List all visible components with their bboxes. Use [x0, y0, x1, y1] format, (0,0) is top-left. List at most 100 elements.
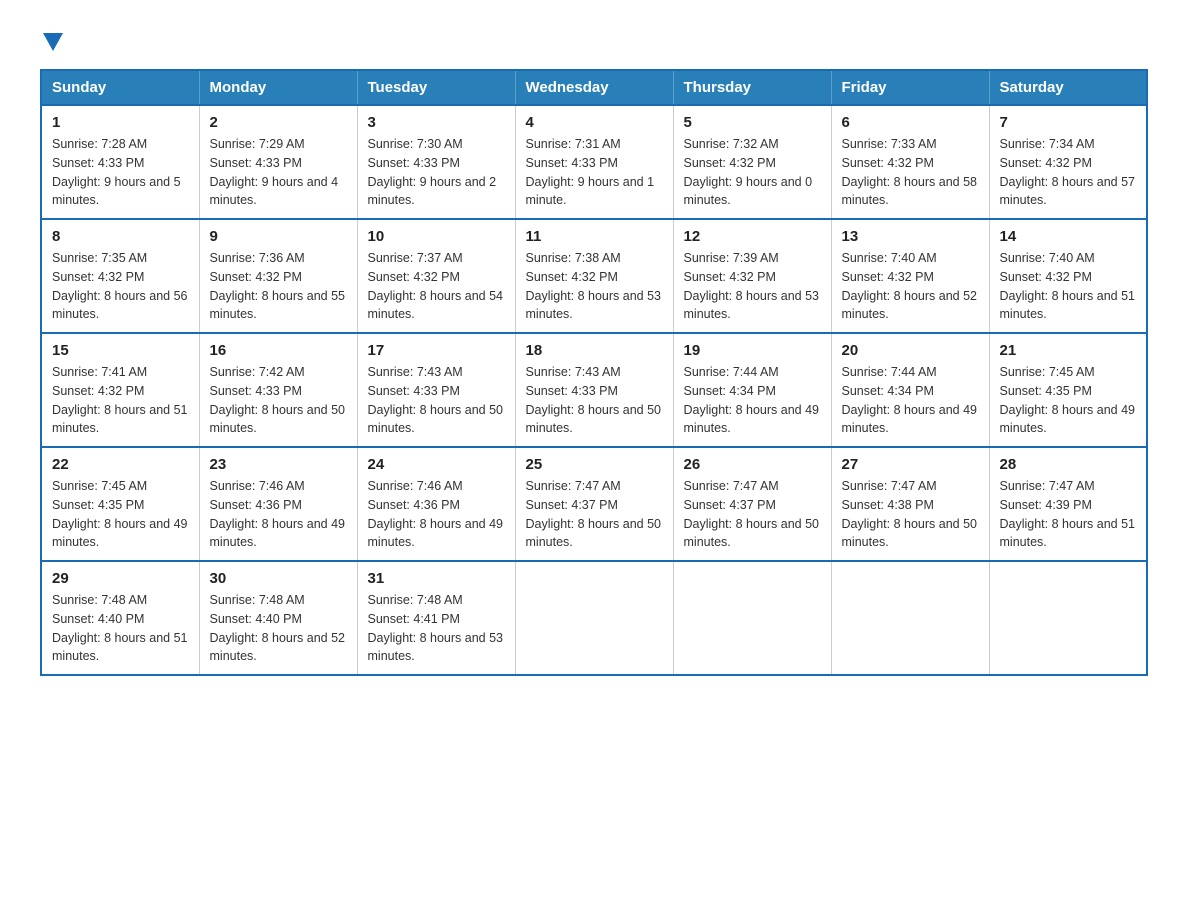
- calendar-week-row: 15 Sunrise: 7:41 AMSunset: 4:32 PMDaylig…: [41, 333, 1147, 447]
- day-info: Sunrise: 7:34 AMSunset: 4:32 PMDaylight:…: [1000, 135, 1137, 210]
- header-saturday: Saturday: [989, 70, 1147, 105]
- day-number: 14: [1000, 228, 1137, 245]
- calendar-cell: 24 Sunrise: 7:46 AMSunset: 4:36 PMDaylig…: [357, 447, 515, 561]
- calendar-cell: 22 Sunrise: 7:45 AMSunset: 4:35 PMDaylig…: [41, 447, 199, 561]
- day-number: 20: [842, 342, 979, 359]
- day-info: Sunrise: 7:47 AMSunset: 4:37 PMDaylight:…: [684, 477, 821, 552]
- day-info: Sunrise: 7:47 AMSunset: 4:39 PMDaylight:…: [1000, 477, 1137, 552]
- day-info: Sunrise: 7:47 AMSunset: 4:38 PMDaylight:…: [842, 477, 979, 552]
- header-thursday: Thursday: [673, 70, 831, 105]
- calendar-cell: 23 Sunrise: 7:46 AMSunset: 4:36 PMDaylig…: [199, 447, 357, 561]
- day-info: Sunrise: 7:44 AMSunset: 4:34 PMDaylight:…: [842, 363, 979, 438]
- calendar-cell: 1 Sunrise: 7:28 AMSunset: 4:33 PMDayligh…: [41, 105, 199, 219]
- day-number: 25: [526, 456, 663, 473]
- calendar-week-row: 22 Sunrise: 7:45 AMSunset: 4:35 PMDaylig…: [41, 447, 1147, 561]
- day-number: 26: [684, 456, 821, 473]
- calendar-cell: 11 Sunrise: 7:38 AMSunset: 4:32 PMDaylig…: [515, 219, 673, 333]
- day-info: Sunrise: 7:39 AMSunset: 4:32 PMDaylight:…: [684, 249, 821, 324]
- day-info: Sunrise: 7:37 AMSunset: 4:32 PMDaylight:…: [368, 249, 505, 324]
- calendar-cell: 16 Sunrise: 7:42 AMSunset: 4:33 PMDaylig…: [199, 333, 357, 447]
- calendar-week-row: 29 Sunrise: 7:48 AMSunset: 4:40 PMDaylig…: [41, 561, 1147, 675]
- day-number: 9: [210, 228, 347, 245]
- calendar-cell: 25 Sunrise: 7:47 AMSunset: 4:37 PMDaylig…: [515, 447, 673, 561]
- day-info: Sunrise: 7:38 AMSunset: 4:32 PMDaylight:…: [526, 249, 663, 324]
- calendar-cell: 13 Sunrise: 7:40 AMSunset: 4:32 PMDaylig…: [831, 219, 989, 333]
- day-number: 5: [684, 114, 821, 131]
- day-info: Sunrise: 7:33 AMSunset: 4:32 PMDaylight:…: [842, 135, 979, 210]
- calendar-cell: 17 Sunrise: 7:43 AMSunset: 4:33 PMDaylig…: [357, 333, 515, 447]
- day-info: Sunrise: 7:31 AMSunset: 4:33 PMDaylight:…: [526, 135, 663, 210]
- calendar-week-row: 1 Sunrise: 7:28 AMSunset: 4:33 PMDayligh…: [41, 105, 1147, 219]
- day-number: 10: [368, 228, 505, 245]
- calendar-cell: 5 Sunrise: 7:32 AMSunset: 4:32 PMDayligh…: [673, 105, 831, 219]
- day-number: 3: [368, 114, 505, 131]
- day-info: Sunrise: 7:48 AMSunset: 4:40 PMDaylight:…: [210, 591, 347, 666]
- day-number: 19: [684, 342, 821, 359]
- page-header: [40, 30, 1148, 49]
- calendar-cell: 3 Sunrise: 7:30 AMSunset: 4:33 PMDayligh…: [357, 105, 515, 219]
- day-info: Sunrise: 7:30 AMSunset: 4:33 PMDaylight:…: [368, 135, 505, 210]
- day-number: 31: [368, 570, 505, 587]
- day-number: 8: [52, 228, 189, 245]
- calendar-cell: 10 Sunrise: 7:37 AMSunset: 4:32 PMDaylig…: [357, 219, 515, 333]
- calendar-cell: [989, 561, 1147, 675]
- logo: [40, 30, 63, 49]
- day-info: Sunrise: 7:28 AMSunset: 4:33 PMDaylight:…: [52, 135, 189, 210]
- day-number: 7: [1000, 114, 1137, 131]
- day-info: Sunrise: 7:40 AMSunset: 4:32 PMDaylight:…: [1000, 249, 1137, 324]
- day-info: Sunrise: 7:46 AMSunset: 4:36 PMDaylight:…: [368, 477, 505, 552]
- day-info: Sunrise: 7:46 AMSunset: 4:36 PMDaylight:…: [210, 477, 347, 552]
- day-info: Sunrise: 7:45 AMSunset: 4:35 PMDaylight:…: [52, 477, 189, 552]
- day-info: Sunrise: 7:48 AMSunset: 4:41 PMDaylight:…: [368, 591, 505, 666]
- day-info: Sunrise: 7:35 AMSunset: 4:32 PMDaylight:…: [52, 249, 189, 324]
- calendar-cell: [673, 561, 831, 675]
- calendar-cell: 30 Sunrise: 7:48 AMSunset: 4:40 PMDaylig…: [199, 561, 357, 675]
- day-info: Sunrise: 7:43 AMSunset: 4:33 PMDaylight:…: [526, 363, 663, 438]
- day-info: Sunrise: 7:43 AMSunset: 4:33 PMDaylight:…: [368, 363, 505, 438]
- calendar-cell: 12 Sunrise: 7:39 AMSunset: 4:32 PMDaylig…: [673, 219, 831, 333]
- calendar-cell: 20 Sunrise: 7:44 AMSunset: 4:34 PMDaylig…: [831, 333, 989, 447]
- calendar-week-row: 8 Sunrise: 7:35 AMSunset: 4:32 PMDayligh…: [41, 219, 1147, 333]
- day-number: 6: [842, 114, 979, 131]
- calendar-cell: 14 Sunrise: 7:40 AMSunset: 4:32 PMDaylig…: [989, 219, 1147, 333]
- header-wednesday: Wednesday: [515, 70, 673, 105]
- day-number: 21: [1000, 342, 1137, 359]
- calendar-cell: 18 Sunrise: 7:43 AMSunset: 4:33 PMDaylig…: [515, 333, 673, 447]
- day-number: 15: [52, 342, 189, 359]
- header-sunday: Sunday: [41, 70, 199, 105]
- day-info: Sunrise: 7:32 AMSunset: 4:32 PMDaylight:…: [684, 135, 821, 210]
- day-number: 23: [210, 456, 347, 473]
- logo-arrow-icon: [43, 33, 63, 51]
- calendar-cell: 29 Sunrise: 7:48 AMSunset: 4:40 PMDaylig…: [41, 561, 199, 675]
- day-info: Sunrise: 7:45 AMSunset: 4:35 PMDaylight:…: [1000, 363, 1137, 438]
- day-info: Sunrise: 7:42 AMSunset: 4:33 PMDaylight:…: [210, 363, 347, 438]
- calendar-cell: 27 Sunrise: 7:47 AMSunset: 4:38 PMDaylig…: [831, 447, 989, 561]
- day-number: 4: [526, 114, 663, 131]
- day-info: Sunrise: 7:48 AMSunset: 4:40 PMDaylight:…: [52, 591, 189, 666]
- day-number: 22: [52, 456, 189, 473]
- day-info: Sunrise: 7:40 AMSunset: 4:32 PMDaylight:…: [842, 249, 979, 324]
- day-number: 13: [842, 228, 979, 245]
- day-number: 12: [684, 228, 821, 245]
- day-number: 11: [526, 228, 663, 245]
- calendar-cell: 21 Sunrise: 7:45 AMSunset: 4:35 PMDaylig…: [989, 333, 1147, 447]
- day-number: 16: [210, 342, 347, 359]
- day-info: Sunrise: 7:36 AMSunset: 4:32 PMDaylight:…: [210, 249, 347, 324]
- day-info: Sunrise: 7:41 AMSunset: 4:32 PMDaylight:…: [52, 363, 189, 438]
- calendar-cell: 31 Sunrise: 7:48 AMSunset: 4:41 PMDaylig…: [357, 561, 515, 675]
- calendar-cell: 28 Sunrise: 7:47 AMSunset: 4:39 PMDaylig…: [989, 447, 1147, 561]
- calendar-cell: 26 Sunrise: 7:47 AMSunset: 4:37 PMDaylig…: [673, 447, 831, 561]
- day-info: Sunrise: 7:47 AMSunset: 4:37 PMDaylight:…: [526, 477, 663, 552]
- calendar-cell: 15 Sunrise: 7:41 AMSunset: 4:32 PMDaylig…: [41, 333, 199, 447]
- calendar-cell: [515, 561, 673, 675]
- day-number: 28: [1000, 456, 1137, 473]
- header-friday: Friday: [831, 70, 989, 105]
- day-number: 2: [210, 114, 347, 131]
- day-number: 27: [842, 456, 979, 473]
- calendar-table: SundayMondayTuesdayWednesdayThursdayFrid…: [40, 69, 1148, 676]
- day-info: Sunrise: 7:29 AMSunset: 4:33 PMDaylight:…: [210, 135, 347, 210]
- header-tuesday: Tuesday: [357, 70, 515, 105]
- calendar-cell: 8 Sunrise: 7:35 AMSunset: 4:32 PMDayligh…: [41, 219, 199, 333]
- day-number: 24: [368, 456, 505, 473]
- day-info: Sunrise: 7:44 AMSunset: 4:34 PMDaylight:…: [684, 363, 821, 438]
